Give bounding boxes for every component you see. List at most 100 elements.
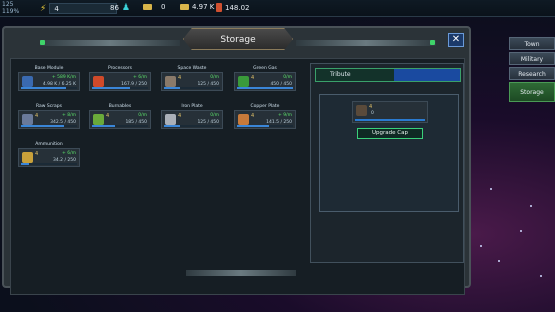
storage-button[interactable]: Storage <box>509 82 555 102</box>
resource-card[interactable]: Ammunition 4 + 6/m 34.2 / 250 <box>18 142 80 168</box>
resource-card[interactable]: Burnables 4 0/m 185 / 450 <box>89 104 151 130</box>
resource-bar-fill <box>21 125 64 127</box>
population-value: 86 <box>110 4 119 12</box>
resource-body: + 6/m 167.9 / 250 <box>89 72 151 91</box>
resource-rate: 0/m <box>138 113 147 118</box>
resource-body: 4 0/m 125 / 450 <box>161 110 223 129</box>
gold-counter[interactable]: 4.97 K <box>180 3 214 11</box>
resource-bar-fill <box>92 125 115 127</box>
resource-card[interactable]: Space Waste 4 0/m 125 / 450 <box>161 66 223 92</box>
tribute-card[interactable]: 4 0 <box>352 101 428 123</box>
resource-rate: + 6/m <box>62 151 76 156</box>
resource-bar-fill <box>237 87 293 89</box>
tribute-label: Tribute <box>330 71 351 78</box>
resource-rate: + 9/m <box>278 113 292 118</box>
resource-bar-fill <box>164 87 180 89</box>
resource-bar-fill <box>21 163 29 165</box>
resource-icon <box>22 114 33 125</box>
resource-rate: 0/m <box>210 113 219 118</box>
resource-icon <box>238 76 249 87</box>
gold-small-counter[interactable]: 0 <box>143 3 165 11</box>
percentage-readout: 125 119% <box>2 1 19 15</box>
side-menu: Town Military Research Storage <box>509 37 555 104</box>
resource-card[interactable]: Iron Plate 4 0/m 125 / 450 <box>161 104 223 130</box>
resource-body: 4 + 8/m 342.5 / 450 <box>18 110 80 129</box>
population-counter[interactable]: 86 ♟ <box>110 3 130 13</box>
star <box>530 205 532 207</box>
tribute-bar <box>355 119 425 121</box>
resource-icon <box>238 114 249 125</box>
percentage-a: 125 <box>2 1 14 8</box>
resource-body: 4 0/m 125 / 450 <box>161 72 223 91</box>
gold-bar-icon <box>180 4 189 10</box>
close-button[interactable]: ✕ <box>448 33 464 47</box>
resource-icon <box>93 76 104 87</box>
resource-cap: 4 <box>35 151 39 157</box>
red-resource-value: 148.02 <box>225 3 250 12</box>
tribute-section: Tribute 4 0 Upgrade Cap <box>310 63 464 263</box>
tribute-header[interactable]: Tribute <box>315 68 461 82</box>
bottom-rail <box>186 270 296 276</box>
resource-rate: 0/m <box>283 75 292 80</box>
resource-body: 4 0/m 185 / 450 <box>89 110 151 129</box>
resource-icon <box>165 76 176 87</box>
resource-bar-fill <box>92 87 130 89</box>
resource-cap: 4 <box>178 75 182 81</box>
upgrade-cap-button[interactable]: Upgrade Cap <box>357 128 423 139</box>
tribute-progress <box>394 69 460 81</box>
resource-body: 4 0/m 450 / 450 <box>234 72 296 91</box>
military-button[interactable]: Military <box>509 52 555 65</box>
resource-icon <box>22 152 33 163</box>
resource-bar <box>237 125 293 127</box>
resource-cap: 4 <box>178 113 182 119</box>
resource-bar-fill <box>237 125 269 127</box>
energy-counter[interactable]: ⚡ 4 <box>40 3 118 14</box>
resource-bar <box>164 125 220 127</box>
resource-card[interactable]: Copper Plate 4 + 9/m 141.5 / 250 <box>234 104 296 130</box>
resource-card[interactable]: Processors + 6/m 167.9 / 250 <box>89 66 151 92</box>
tribute-box: 4 0 Upgrade Cap <box>319 94 459 212</box>
research-button[interactable]: Research <box>509 67 555 80</box>
top-resource-bar: 125 119% ⚡ 4 86 ♟ 0 4.97 K 148.02 <box>0 0 555 17</box>
star <box>498 260 500 262</box>
resource-card[interactable]: Base Module + 589 K/m 4.98 K / 6.25 K <box>18 66 80 92</box>
star <box>520 230 522 232</box>
resource-icon <box>93 114 104 125</box>
star <box>540 275 542 277</box>
resource-bar <box>21 125 77 127</box>
tribute-amount: 0 <box>371 111 374 116</box>
resource-rate: + 589 K/m <box>51 75 76 80</box>
top-rail-left <box>40 40 180 46</box>
resource-bar <box>164 87 220 89</box>
resource-rate: + 6/m <box>133 75 147 80</box>
resource-card[interactable]: Raw Scraps 4 + 8/m 342.5 / 450 <box>18 104 80 130</box>
resource-body: 4 + 9/m 141.5 / 250 <box>234 110 296 129</box>
resource-cap: 4 <box>251 113 255 119</box>
resource-body: + 589 K/m 4.98 K / 6.25 K <box>18 72 80 91</box>
town-button[interactable]: Town <box>509 37 555 50</box>
gold-small-value: 0 <box>161 3 166 11</box>
resource-icon <box>165 114 176 125</box>
star <box>480 245 482 247</box>
resource-bar <box>92 125 148 127</box>
resource-rate: 0/m <box>210 75 219 80</box>
percentage-b: 119% <box>2 8 20 15</box>
red-canister-icon <box>216 3 222 12</box>
resource-cap: 4 <box>251 75 255 81</box>
resource-icon <box>22 76 33 87</box>
resource-bar <box>92 87 148 89</box>
tribute-cap: 4 <box>369 104 373 110</box>
resource-card[interactable]: Green Gas 4 0/m 450 / 450 <box>234 66 296 92</box>
resource-bar-fill <box>164 125 180 127</box>
resource-bar <box>21 87 77 89</box>
top-rail-right <box>296 40 436 46</box>
energy-value: 4 <box>49 3 118 14</box>
red-resource-counter[interactable]: 148.02 <box>216 3 250 12</box>
resource-bar <box>21 163 77 165</box>
resource-bar-fill <box>21 87 66 89</box>
star <box>490 188 492 190</box>
gold-icon <box>143 4 152 10</box>
tribute-chest-icon <box>356 105 367 116</box>
bolt-icon: ⚡ <box>40 3 47 14</box>
resource-cap: 4 <box>106 113 110 119</box>
